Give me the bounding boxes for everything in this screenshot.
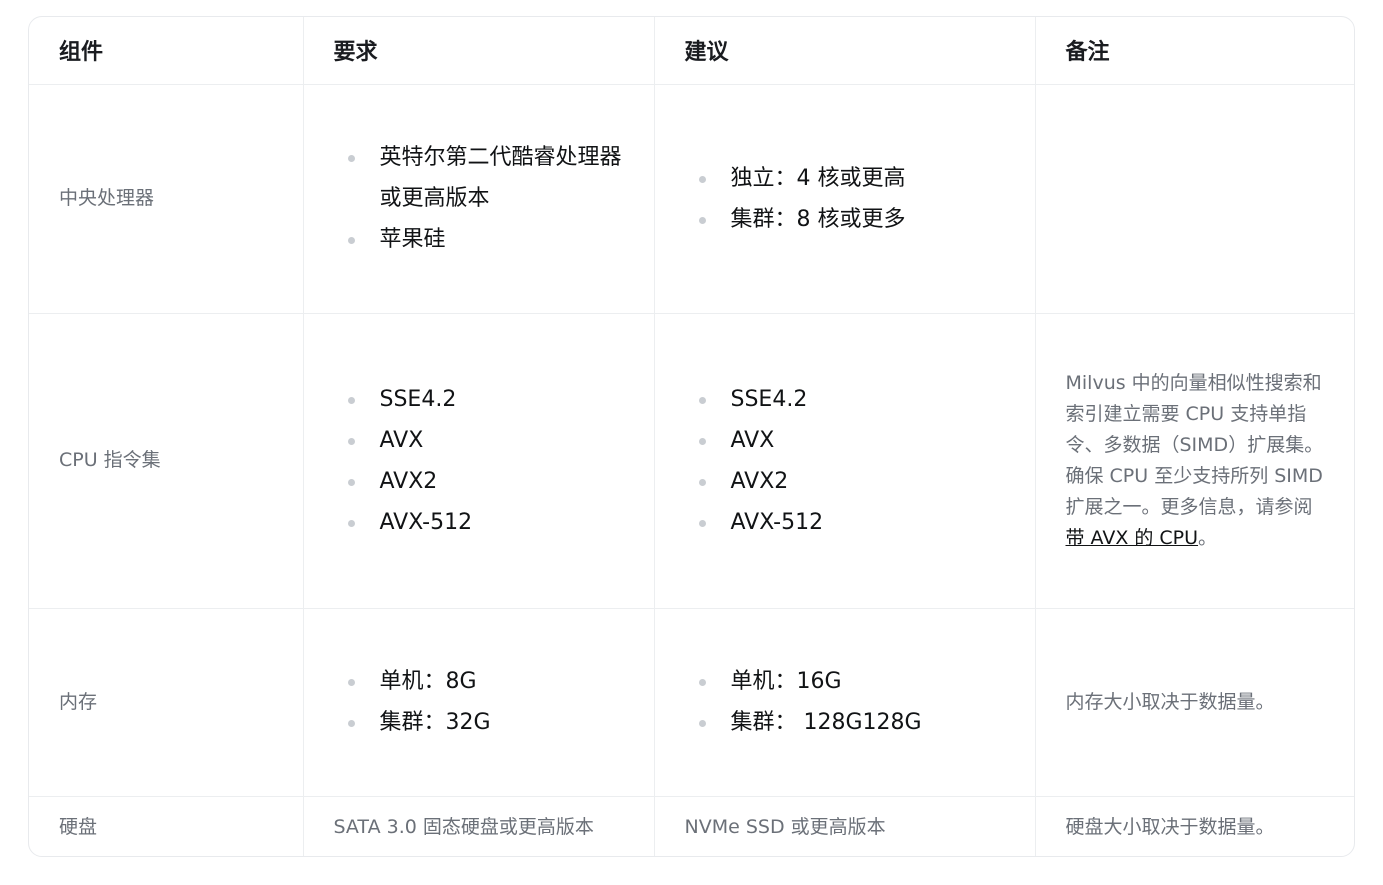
recommendation-list: SSE4.2 AVX AVX2 AVX-512 (685, 379, 1005, 543)
note-suffix: 。 (1198, 526, 1218, 549)
table-row: CPU 指令集 SSE4.2 AVX AVX2 AVX-512 SSE4.2 A… (29, 313, 1354, 609)
requirement-cell: 单机：8G 集群：32G (303, 608, 655, 797)
list-item: AVX (347, 420, 624, 461)
list-item: SSE4.2 (698, 379, 1005, 420)
recommendation-list: 独立：4 核或更高 集群：8 核或更多 (685, 158, 1005, 240)
component-cell: CPU 指令集 (29, 313, 304, 609)
list-item: 单机：8G (347, 661, 624, 702)
requirement-cell: SATA 3.0 固态硬盘或更高版本 (303, 796, 655, 856)
requirement-list: 英特尔第二代酷睿处理器或更高版本 苹果硅 (334, 137, 624, 260)
requirement-cell: SSE4.2 AVX AVX2 AVX-512 (303, 313, 655, 609)
recommendation-cell: 独立：4 核或更高 集群：8 核或更多 (654, 84, 1036, 314)
recommendation-cell: SSE4.2 AVX AVX2 AVX-512 (654, 313, 1036, 609)
recommendation-cell: 单机：16G 集群： 128G128G (654, 608, 1036, 797)
requirement-list: 单机：8G 集群：32G (334, 661, 624, 743)
component-cell: 中央处理器 (29, 84, 304, 314)
recommendation-list: 单机：16G 集群： 128G128G (685, 661, 1005, 743)
header-component: 组件 (29, 17, 304, 85)
table-row: 硬盘 SATA 3.0 固态硬盘或更高版本 NVMe SSD 或更高版本 硬盘大… (29, 796, 1354, 856)
requirement-cell: 英特尔第二代酷睿处理器或更高版本 苹果硅 (303, 84, 655, 314)
requirements-table: 组件 要求 建议 备注 中央处理器 英特尔第二代酷睿处理器或更高版本 苹果硅 独… (29, 17, 1354, 856)
list-item: 苹果硅 (347, 219, 624, 260)
note-text: Milvus 中的向量相似性搜索和索引建立需要 CPU 支持单指令、多数据（SI… (1065, 371, 1324, 518)
table-row: 中央处理器 英特尔第二代酷睿处理器或更高版本 苹果硅 独立：4 核或更高 集群：… (29, 84, 1354, 314)
list-item: SSE4.2 (347, 379, 624, 420)
note-cell: Milvus 中的向量相似性搜索和索引建立需要 CPU 支持单指令、多数据（SI… (1035, 313, 1354, 609)
recommendation-cell: NVMe SSD 或更高版本 (654, 796, 1036, 856)
list-item: AVX-512 (347, 502, 624, 543)
list-item: 集群： 128G128G (698, 702, 1005, 743)
list-item: 英特尔第二代酷睿处理器或更高版本 (347, 137, 624, 219)
requirement-list: SSE4.2 AVX AVX2 AVX-512 (334, 379, 624, 543)
table-header-row: 组件 要求 建议 备注 (29, 17, 1354, 85)
note-cell (1035, 84, 1354, 314)
list-item: 单机：16G (698, 661, 1005, 702)
avx-cpu-link[interactable]: 带 AVX 的 CPU (1066, 527, 1199, 549)
list-item: AVX2 (698, 461, 1005, 502)
list-item: 集群：32G (347, 702, 624, 743)
list-item: 独立：4 核或更高 (698, 158, 1005, 199)
list-item: AVX-512 (698, 502, 1005, 543)
requirements-table-container: 组件 要求 建议 备注 中央处理器 英特尔第二代酷睿处理器或更高版本 苹果硅 独… (28, 16, 1355, 857)
header-requirement: 要求 (303, 17, 655, 85)
list-item: AVX (698, 420, 1005, 461)
list-item: AVX2 (347, 461, 624, 502)
list-item: 集群：8 核或更多 (698, 199, 1005, 240)
table-row: 内存 单机：8G 集群：32G 单机：16G 集群： 128G128G 内存大小… (29, 608, 1354, 797)
component-cell: 硬盘 (29, 796, 304, 856)
note-cell: 内存大小取决于数据量。 (1035, 608, 1354, 797)
component-cell: 内存 (29, 608, 304, 797)
header-recommendation: 建议 (654, 17, 1036, 85)
note-cell: 硬盘大小取决于数据量。 (1065, 815, 1275, 838)
header-note: 备注 (1035, 17, 1354, 85)
